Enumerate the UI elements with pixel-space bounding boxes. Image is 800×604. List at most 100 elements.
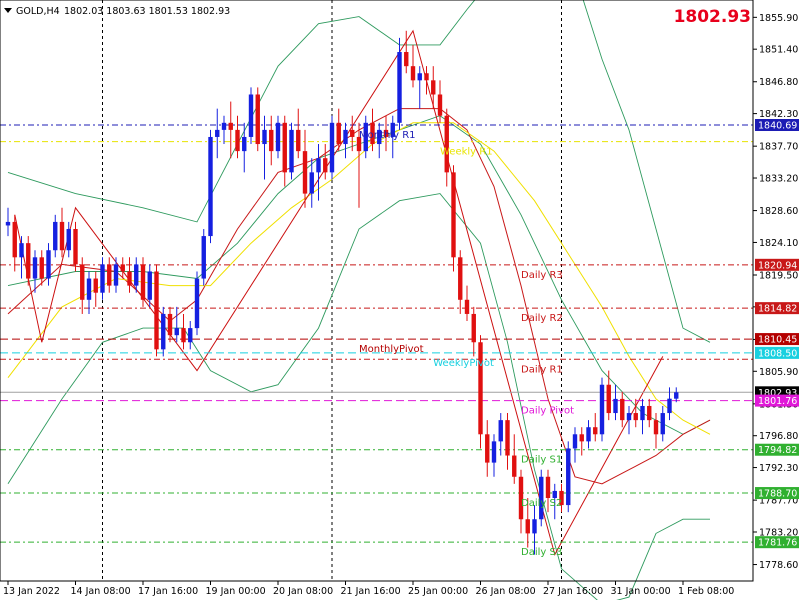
price-tick-label: 1842.30 [759, 109, 798, 120]
price-tick-label: 1805.90 [759, 367, 798, 378]
candle-body [32, 257, 38, 279]
price-tick-label: 1837.70 [759, 142, 798, 153]
candle-body [404, 52, 409, 67]
price-tick-label: 1792.30 [759, 463, 798, 474]
candle-body [59, 221, 65, 251]
price-tick-label: 1796.80 [759, 431, 798, 442]
candle-body [525, 519, 530, 534]
candle-body [606, 384, 611, 414]
candle-body [653, 420, 659, 435]
candle-body [613, 398, 618, 414]
price-tick-label: 1828.60 [759, 206, 798, 217]
level-text: Weekly R1 [440, 147, 493, 158]
candle-body [255, 94, 260, 145]
candle-body [336, 122, 341, 145]
level-price-label: 1794.82 [758, 445, 797, 456]
candle-body [53, 221, 58, 251]
candle-body [444, 115, 449, 173]
current-price-big: 1802.93 [674, 7, 751, 27]
candle-body [424, 73, 429, 81]
candle-body [329, 122, 335, 173]
candle-body [505, 420, 510, 456]
candle-body [107, 264, 112, 286]
candle-body [599, 384, 605, 435]
level-price-label: 1781.76 [758, 538, 797, 549]
candle-body [5, 221, 11, 226]
level-price-label: 1788.70 [758, 489, 797, 500]
candle-body [626, 413, 632, 421]
time-tick-label: 20 Jan 08:00 [273, 586, 333, 597]
candle-body [491, 441, 497, 463]
chart-window[interactable]: Monthly R1 Weekly R1 Daily R3 Daily R2 Month… [0, 0, 800, 604]
candle-body [100, 264, 105, 293]
candle-body [532, 519, 537, 534]
candle-body [66, 228, 71, 251]
level-text: Daily R3 [521, 270, 563, 281]
time-tick-label: 17 Jan 16:00 [138, 586, 198, 597]
candle-body [579, 434, 584, 442]
level-price-label: 1801.76 [758, 396, 797, 407]
candle-body [572, 434, 578, 449]
candle-body [660, 413, 665, 435]
candle-body [19, 243, 24, 258]
candle-body [464, 299, 470, 314]
time-tick-label: 1 Feb 08:00 [678, 586, 734, 597]
candle-body [113, 264, 119, 286]
level-text: Daily S2 [521, 498, 562, 509]
level-text: Daily Pivot [521, 406, 574, 417]
candle-body [26, 243, 31, 279]
price-tick-label: 1824.10 [759, 238, 798, 249]
candle-body [39, 257, 44, 279]
candle-body [167, 313, 173, 336]
level-price-label: 1814.82 [758, 304, 797, 315]
level-text: MonthlyPivot [359, 344, 424, 355]
symbol-label: GOLD,H4 [16, 6, 60, 17]
ohlc-label: 1802.03 1803.63 1801.53 1802.93 [64, 6, 230, 17]
level-text: Daily S3 [521, 547, 562, 558]
level-text: Daily R1 [521, 364, 563, 375]
candle-body [262, 129, 267, 145]
time-tick-label: 27 Jan 16:00 [543, 586, 603, 597]
candle-body [201, 236, 206, 279]
price-tick-label: 1855.90 [759, 13, 798, 24]
level-price-label: 1810.45 [758, 335, 797, 346]
level-text: Daily R2 [521, 313, 563, 324]
candle-body [194, 278, 200, 329]
candle-body [228, 122, 233, 130]
candle-body [343, 129, 348, 145]
candle-body [309, 172, 314, 194]
candle-body [269, 129, 274, 152]
candle-body [154, 271, 159, 350]
candle-body [620, 398, 625, 421]
candle-body [674, 392, 679, 399]
candle-body [12, 221, 17, 258]
price-tick-label: 1833.20 [759, 174, 798, 185]
candle-body [134, 264, 139, 286]
level-text: Daily S1 [521, 455, 562, 466]
candle-body [451, 172, 456, 258]
candle-body [140, 264, 146, 300]
price-chart-svg[interactable]: Monthly R1 Weekly R1 Daily R3 Daily R2 Month… [0, 0, 800, 604]
candle-body [633, 413, 638, 421]
candle-body [593, 427, 598, 435]
candle-body [127, 271, 132, 286]
candle-body [485, 434, 490, 463]
time-tick-label: 21 Jan 16:00 [341, 586, 401, 597]
candle-body [471, 313, 476, 343]
candle-body [208, 136, 213, 237]
candle-body [275, 122, 281, 152]
time-tick-label: 31 Jan 00:00 [611, 586, 671, 597]
candle-body [397, 52, 402, 123]
candle-body [647, 405, 652, 421]
candle-body [437, 94, 443, 116]
time-tick-label: 13 Jan 2022 [3, 586, 60, 597]
price-tick-label: 1846.80 [759, 77, 798, 88]
price-tick-label: 1851.40 [759, 45, 798, 56]
candle-body [431, 80, 436, 95]
candle-body [410, 66, 416, 81]
level-text: Monthly R1 [359, 130, 416, 141]
candle-body [566, 448, 571, 506]
time-tick-label: 19 Jan 00:00 [206, 586, 266, 597]
candle-body [498, 420, 503, 442]
candle-body [147, 271, 152, 300]
